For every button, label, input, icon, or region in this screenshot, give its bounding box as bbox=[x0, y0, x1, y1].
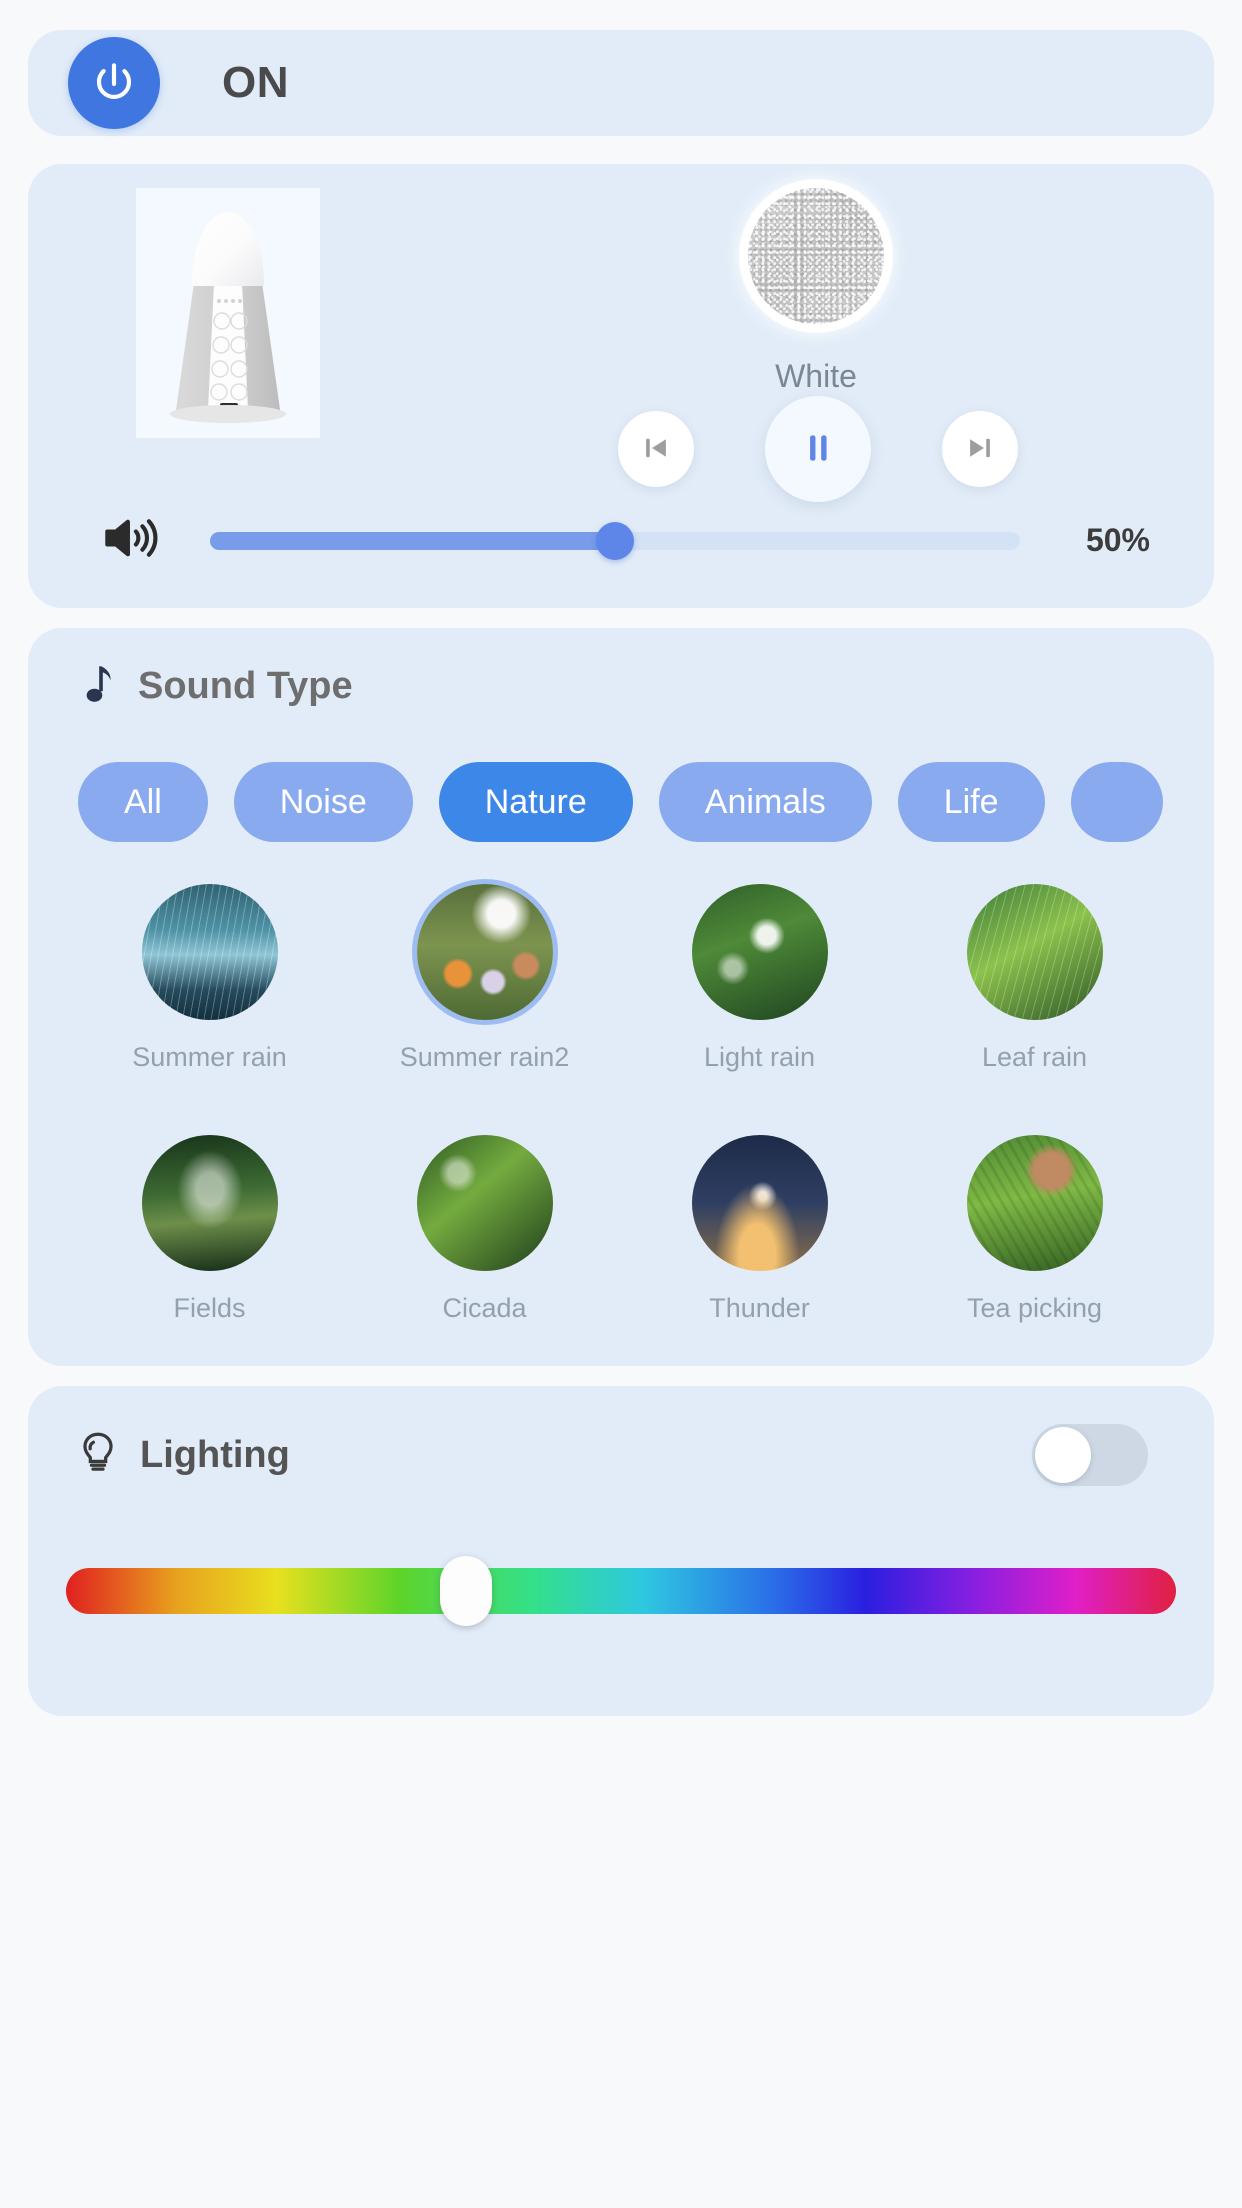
sound-thumbnail[interactable] bbox=[691, 884, 828, 1020]
current-sound-thumbnail[interactable] bbox=[748, 188, 884, 324]
sound-label: Light rain bbox=[703, 1042, 816, 1072]
current-sound: White bbox=[691, 188, 941, 395]
sound-item[interactable]: Cicada bbox=[347, 1135, 622, 1324]
sound-item[interactable]: Tea picking bbox=[897, 1135, 1172, 1324]
filter-chip-animals[interactable]: Animals bbox=[658, 762, 872, 842]
app-screen: ON White 50% Sound Type All Noise Nature… bbox=[0, 0, 1242, 2208]
sound-item[interactable]: Light rain bbox=[622, 884, 897, 1073]
transport-controls bbox=[618, 396, 1018, 502]
sound-type-header: Sound Type bbox=[84, 664, 353, 709]
lighting-toggle-switch[interactable] bbox=[1032, 1424, 1148, 1486]
volume-slider-fill bbox=[210, 531, 615, 550]
sound-thumbnail[interactable] bbox=[966, 884, 1103, 1020]
sound-thumbnail[interactable] bbox=[141, 884, 278, 1020]
sound-type-card: Sound Type All Noise Nature Animals Life Sum… bbox=[28, 628, 1214, 1366]
sound-label: Leaf rain bbox=[981, 1042, 1088, 1072]
filter-chip-nature[interactable]: Nature bbox=[438, 762, 633, 842]
sound-thumbnail[interactable] bbox=[416, 1135, 553, 1271]
music-note-icon bbox=[84, 664, 122, 709]
filter-chip-overflow[interactable] bbox=[1070, 762, 1163, 842]
sound-label: Tea picking bbox=[966, 1293, 1103, 1323]
sound-label: Summer rain bbox=[132, 1042, 287, 1072]
sound-list: Summer rain Summer rain2 Light rain Leaf ra… bbox=[72, 884, 1172, 1324]
lighting-toggle-knob bbox=[1035, 1427, 1091, 1483]
sound-item[interactable]: Leaf rain bbox=[897, 884, 1172, 1073]
sound-thumbnail[interactable] bbox=[141, 1135, 278, 1271]
lighting-header: Lighting bbox=[78, 1430, 290, 1481]
current-sound-label: White bbox=[775, 358, 857, 394]
sound-label: Fields bbox=[173, 1293, 246, 1323]
skip-next-icon bbox=[963, 431, 997, 468]
player-card: White 50% bbox=[28, 164, 1214, 608]
sound-label: Thunder bbox=[709, 1293, 810, 1323]
sound-thumbnail[interactable] bbox=[966, 1135, 1103, 1271]
pause-icon bbox=[799, 429, 837, 470]
power-status-label: ON bbox=[222, 58, 289, 107]
sound-item[interactable]: Fields bbox=[72, 1135, 347, 1324]
previous-track-button[interactable] bbox=[618, 411, 694, 487]
volume-control: 50% bbox=[100, 512, 1150, 569]
volume-percent-label: 50% bbox=[1085, 522, 1150, 558]
sound-item[interactable]: Thunder bbox=[622, 1135, 897, 1324]
sound-label: Summer rain2 bbox=[399, 1042, 570, 1072]
sound-type-title: Sound Type bbox=[138, 665, 353, 707]
volume-icon bbox=[100, 512, 166, 569]
filter-chip-noise[interactable]: Noise bbox=[233, 762, 413, 842]
filter-chip-all[interactable]: All bbox=[78, 762, 208, 842]
filter-chip-life[interactable]: Life bbox=[897, 762, 1045, 842]
sound-thumbnail[interactable] bbox=[416, 884, 553, 1020]
device-image bbox=[136, 188, 320, 438]
sound-thumbnail[interactable] bbox=[691, 1135, 828, 1271]
skip-previous-icon bbox=[639, 431, 673, 468]
lightbulb-icon bbox=[78, 1430, 122, 1481]
power-icon bbox=[89, 58, 139, 108]
next-track-button[interactable] bbox=[942, 411, 1018, 487]
power-toggle-button[interactable] bbox=[68, 37, 160, 129]
sound-label: Cicada bbox=[442, 1293, 527, 1323]
play-pause-button[interactable] bbox=[765, 396, 871, 502]
lighting-card: Lighting bbox=[28, 1386, 1214, 1716]
sound-item[interactable]: Summer rain2 bbox=[347, 884, 622, 1073]
sound-item[interactable]: Summer rain bbox=[72, 884, 347, 1073]
lighting-title: Lighting bbox=[140, 1434, 290, 1476]
sound-category-filters: All Noise Nature Animals Life bbox=[50, 756, 1214, 848]
volume-slider-track[interactable] bbox=[210, 521, 1020, 560]
volume-slider-thumb[interactable] bbox=[596, 521, 634, 560]
color-hue-slider[interactable] bbox=[66, 1556, 1176, 1626]
color-hue-slider-thumb[interactable] bbox=[439, 1556, 492, 1626]
power-card: ON bbox=[28, 30, 1214, 136]
